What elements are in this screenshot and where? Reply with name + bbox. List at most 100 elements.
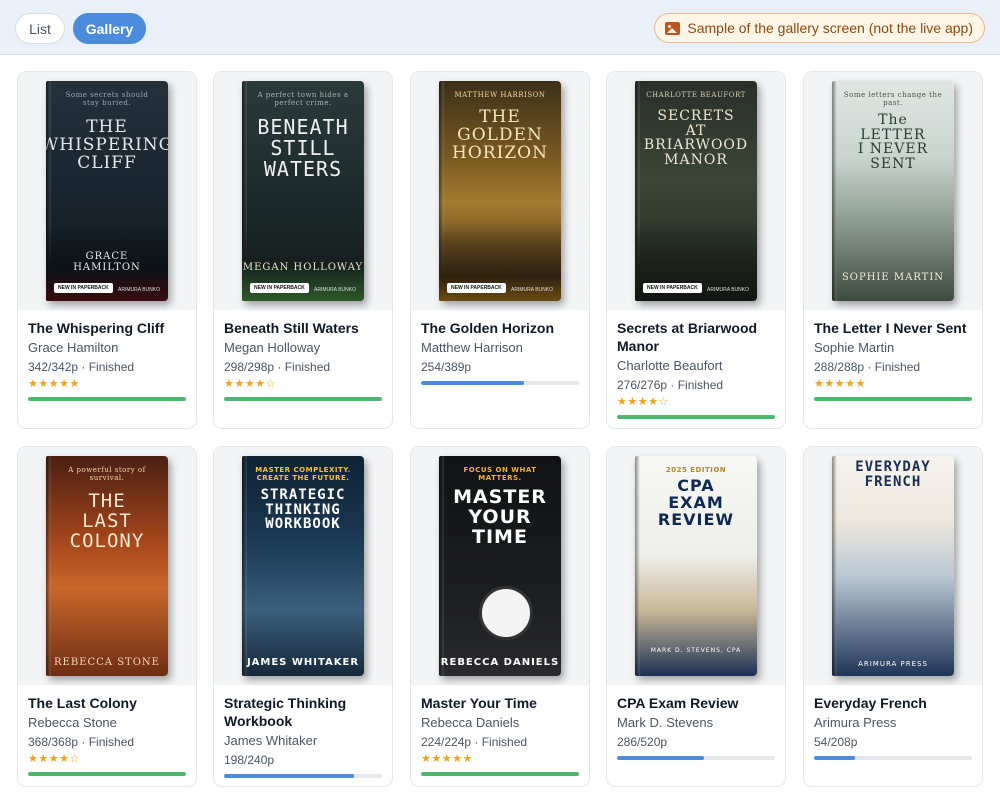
cover-author: ARIMURA PRESS (858, 660, 928, 668)
image-icon (665, 21, 681, 35)
progress-bar (617, 415, 775, 419)
book-card[interactable]: 2025 EDITION CPA EXAM REVIEW MARK D. STE… (606, 446, 786, 787)
book-author: Arimura Press (814, 715, 897, 730)
rating-stars: ★★★★☆ (617, 396, 669, 408)
progress-fill (224, 397, 382, 401)
rating-stars: ★★★★☆ (224, 378, 276, 390)
cover-tagline: CHARLOTTE BEAUFORT (646, 91, 746, 99)
book-card[interactable]: Some secrets should stay buried. THE WHI… (17, 71, 197, 429)
book-card[interactable]: MASTER COMPLEXITY. CREATE THE FUTURE. ST… (213, 446, 393, 787)
cover-badge: NEW IN PAPERBACK (447, 283, 506, 293)
rating-stars: ★★★★★ (28, 378, 80, 390)
cover-area: A perfect town hides a perfect crime. BE… (214, 72, 392, 310)
book-card[interactable]: MATTHEW HARRISON THE GOLDEN HORIZON NEW … (410, 71, 590, 429)
book-title: Everyday French (814, 695, 927, 711)
book-card[interactable]: FOCUS ON WHAT MATTERS. MASTER YOUR TIME … (410, 446, 590, 787)
progress-bar (814, 397, 972, 401)
cover-title: THE LAST COLONY (69, 490, 145, 552)
book-cover: Some secrets should stay buried. THE WHI… (46, 81, 168, 301)
book-card[interactable]: A perfect town hides a perfect crime. BE… (213, 71, 393, 429)
book-card[interactable]: EVERYDAY FRENCH ARIMURA PRESS Everyday F… (803, 446, 983, 787)
progress-bar (224, 397, 382, 401)
cover-title: SECRETS AT BRIARWOOD MANOR (643, 108, 749, 169)
cover-title: THE WHISPERING CLIFF (46, 117, 168, 173)
book-pages: 286/520p (617, 735, 668, 749)
sample-notice-label: Sample of the gallery screen (not the li… (687, 20, 973, 36)
progress-bar (421, 772, 579, 776)
book-title: Strategic Thinking Workbook (224, 695, 347, 729)
cover-publisher: ARIMURA BUNKO (511, 287, 553, 293)
cover-publisher: ARIMURA BUNKO (707, 287, 749, 293)
cover-author: REBECCA DANIELS (440, 657, 560, 668)
book-title: The Letter I Never Sent (814, 320, 967, 336)
book-cover: MASTER COMPLEXITY. CREATE THE FUTURE. ST… (242, 456, 364, 676)
progress-bar (28, 772, 186, 776)
cover-author: MEGAN HOLLOWAY (242, 262, 364, 273)
book-title: Secrets at Briarwood Manor (617, 320, 758, 354)
book-author: James Whitaker (224, 733, 318, 748)
book-author: Grace Hamilton (28, 340, 119, 355)
progress-fill (617, 756, 704, 760)
book-cover: MATTHEW HARRISON THE GOLDEN HORIZON NEW … (439, 81, 561, 301)
book-cover: FOCUS ON WHAT MATTERS. MASTER YOUR TIME … (439, 456, 561, 676)
book-card[interactable]: Some letters change the past. The LETTER… (803, 71, 983, 429)
cover-tagline: Some letters change the past. (843, 91, 943, 107)
book-pages: 198/240p (224, 753, 275, 767)
book-author: Megan Holloway (224, 340, 321, 355)
cover-tagline: MATTHEW HARRISON (454, 91, 546, 99)
progress-fill (28, 772, 186, 776)
book-cover: A powerful story of survival. THE LAST C… (46, 456, 168, 676)
cover-area: Some secrets should stay buried. THE WHI… (18, 72, 196, 310)
cover-tagline: FOCUS ON WHAT MATTERS. (463, 466, 537, 482)
progress-fill (814, 756, 856, 760)
book-card[interactable]: CHARLOTTE BEAUFORT SECRETS AT BRIARWOOD … (606, 71, 786, 429)
book-title: Master Your Time (421, 695, 537, 711)
book-author: Charlotte Beaufort (617, 358, 723, 373)
cover-area: MATTHEW HARRISON THE GOLDEN HORIZON NEW … (411, 72, 589, 310)
sample-notice-badge: Sample of the gallery screen (not the li… (654, 13, 985, 43)
cover-author: JAMES WHITAKER (246, 657, 360, 668)
progress-bar (814, 756, 972, 760)
progress-fill (617, 415, 775, 419)
cover-area: CHARLOTTE BEAUFORT SECRETS AT BRIARWOOD … (607, 72, 785, 310)
cover-title: EVERYDAY FRENCH (855, 459, 931, 490)
book-cover: A perfect town hides a perfect crime. BE… (242, 81, 364, 301)
book-cover: Some letters change the past. The LETTER… (832, 81, 954, 301)
cover-author: MARK D. STEVENS, CPA (650, 647, 742, 654)
cover-badge: NEW IN PAPERBACK (250, 283, 309, 293)
book-pages: 224/224p · Finished (421, 735, 528, 749)
book-title: Beneath Still Waters (224, 320, 359, 336)
cover-area: EVERYDAY FRENCH ARIMURA PRESS (804, 447, 982, 685)
book-pages: 288/288p · Finished (814, 360, 921, 374)
cover-area: FOCUS ON WHAT MATTERS. MASTER YOUR TIME … (411, 447, 589, 685)
book-pages: 54/208p (814, 735, 858, 749)
cover-author: GRACE HAMILTON (73, 251, 141, 273)
progress-fill (28, 397, 186, 401)
book-title: The Whispering Cliff (28, 320, 165, 336)
cover-publisher: ARIMURA BUNKO (314, 287, 356, 293)
book-pages: 368/368p · Finished (28, 735, 135, 749)
book-pages: 342/342p · Finished (28, 360, 135, 374)
cover-title: BENEATH STILL WATERS (257, 115, 349, 181)
cover-title: STRATEGIC THINKING WORKBOOK (260, 487, 346, 533)
cover-title: CPA EXAM REVIEW (657, 476, 735, 529)
cover-tagline: MASTER COMPLEXITY. CREATE THE FUTURE. (255, 466, 351, 482)
cover-area: 2025 EDITION CPA EXAM REVIEW MARK D. STE… (607, 447, 785, 685)
book-cover: 2025 EDITION CPA EXAM REVIEW MARK D. STE… (635, 456, 757, 676)
book-author: Rebecca Stone (28, 715, 117, 730)
cover-area: A powerful story of survival. THE LAST C… (18, 447, 196, 685)
cover-publisher: ARIMURA BUNKO (118, 287, 160, 293)
toolbar: List Gallery Sample of the gallery scree… (0, 0, 1000, 55)
cover-badge: NEW IN PAPERBACK (54, 283, 113, 293)
book-card[interactable]: A powerful story of survival. THE LAST C… (17, 446, 197, 787)
list-view-button[interactable]: List (15, 13, 65, 44)
cover-tagline: Some secrets should stay buried. (65, 91, 149, 107)
cover-tagline: A powerful story of survival. (68, 466, 146, 482)
gallery-view-button[interactable]: Gallery (73, 13, 146, 44)
cover-area: MASTER COMPLEXITY. CREATE THE FUTURE. ST… (214, 447, 392, 685)
book-cover: EVERYDAY FRENCH ARIMURA PRESS (832, 456, 954, 676)
progress-fill (224, 774, 355, 778)
cover-tagline: A perfect town hides a perfect crime. (257, 91, 349, 107)
cover-title: The LETTER I NEVER SENT (857, 112, 929, 173)
progress-fill (421, 381, 525, 385)
